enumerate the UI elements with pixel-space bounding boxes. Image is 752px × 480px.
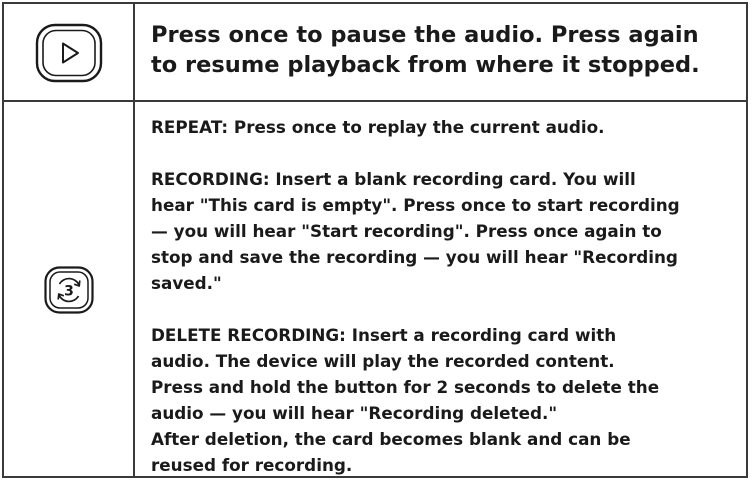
repeat-record-button-cell: 3 <box>4 102 135 478</box>
description-line: Press once to pause the audio. Press aga… <box>151 22 699 48</box>
description-line: hear "This card is empty". Press once to… <box>151 195 680 215</box>
description-line: reused for recording. <box>151 455 353 475</box>
description-line: REPEAT: Press once to replay the current… <box>151 117 605 137</box>
description-line: to resume playback from where it stopped… <box>151 52 700 78</box>
description-line: DELETE RECORDING: Insert a recording car… <box>151 325 617 345</box>
play-button-cell <box>4 4 135 102</box>
play-button-description: Press once to pause the audio. Press aga… <box>135 4 746 102</box>
play-button-icon <box>35 23 102 83</box>
description-line: After deletion, the card becomes blank a… <box>151 429 631 449</box>
repeat-paragraph: REPEAT: Press once to replay the current… <box>151 114 736 140</box>
delete-recording-paragraph: DELETE RECORDING: Insert a recording car… <box>151 322 736 478</box>
description-line: Press and hold the button for 2 seconds … <box>151 377 660 397</box>
description-line: RECORDING: Insert a blank recording card… <box>151 169 636 189</box>
description-line: stop and save the recording — you will h… <box>151 247 678 267</box>
description-line: audio. The device will play the recorded… <box>151 351 615 371</box>
repeat-record-button-description: REPEAT: Press once to replay the current… <box>135 102 746 478</box>
recording-paragraph: RECORDING: Insert a blank recording card… <box>151 166 736 296</box>
description-line: saved." <box>151 273 222 293</box>
icon-label: 3 <box>64 284 74 300</box>
description-line: audio — you will hear "Recording deleted… <box>151 403 558 423</box>
description-line: — you will hear "Start recording". Press… <box>151 221 662 241</box>
button-instructions-table: Press once to pause the audio. Press aga… <box>2 2 748 478</box>
repeat-record-button-icon: 3 <box>43 266 94 314</box>
